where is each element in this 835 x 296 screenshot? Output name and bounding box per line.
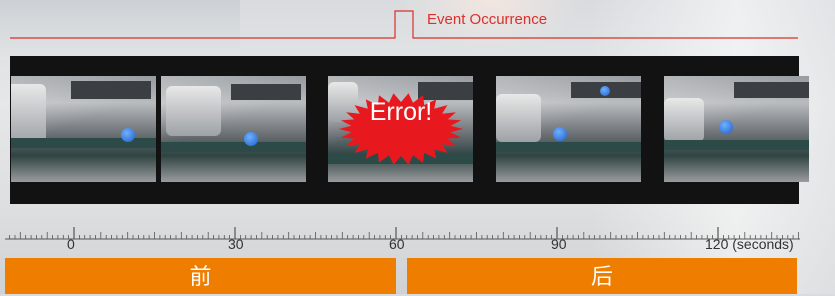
video-frame-2 bbox=[161, 76, 306, 182]
after-section-bar: 后 bbox=[407, 258, 797, 294]
tick-label-60: 60 bbox=[389, 236, 405, 252]
before-section-bar: 前 bbox=[5, 258, 396, 294]
event-signal-line bbox=[10, 10, 798, 39]
video-frame-5 bbox=[664, 76, 809, 182]
video-frame-1 bbox=[11, 76, 156, 182]
marker-dot bbox=[553, 127, 567, 141]
tick-label-90: 90 bbox=[551, 236, 567, 252]
event-occurrence-signal bbox=[10, 10, 798, 39]
event-occurrence-label: Event Occurrence bbox=[427, 11, 548, 28]
video-frame-3-error: Error! bbox=[328, 76, 473, 182]
tick-label-0: 0 bbox=[67, 236, 75, 252]
film-strip: Error! bbox=[10, 56, 809, 204]
marker-dot bbox=[244, 132, 258, 146]
video-frame-4 bbox=[496, 76, 641, 182]
tick-label-30: 30 bbox=[228, 236, 244, 252]
marker-dot-small bbox=[600, 86, 610, 96]
error-label: Error! bbox=[369, 98, 433, 126]
marker-dot bbox=[719, 120, 733, 134]
marker-dot bbox=[121, 128, 135, 142]
tick-label-120: 120 (seconds) bbox=[705, 236, 794, 252]
